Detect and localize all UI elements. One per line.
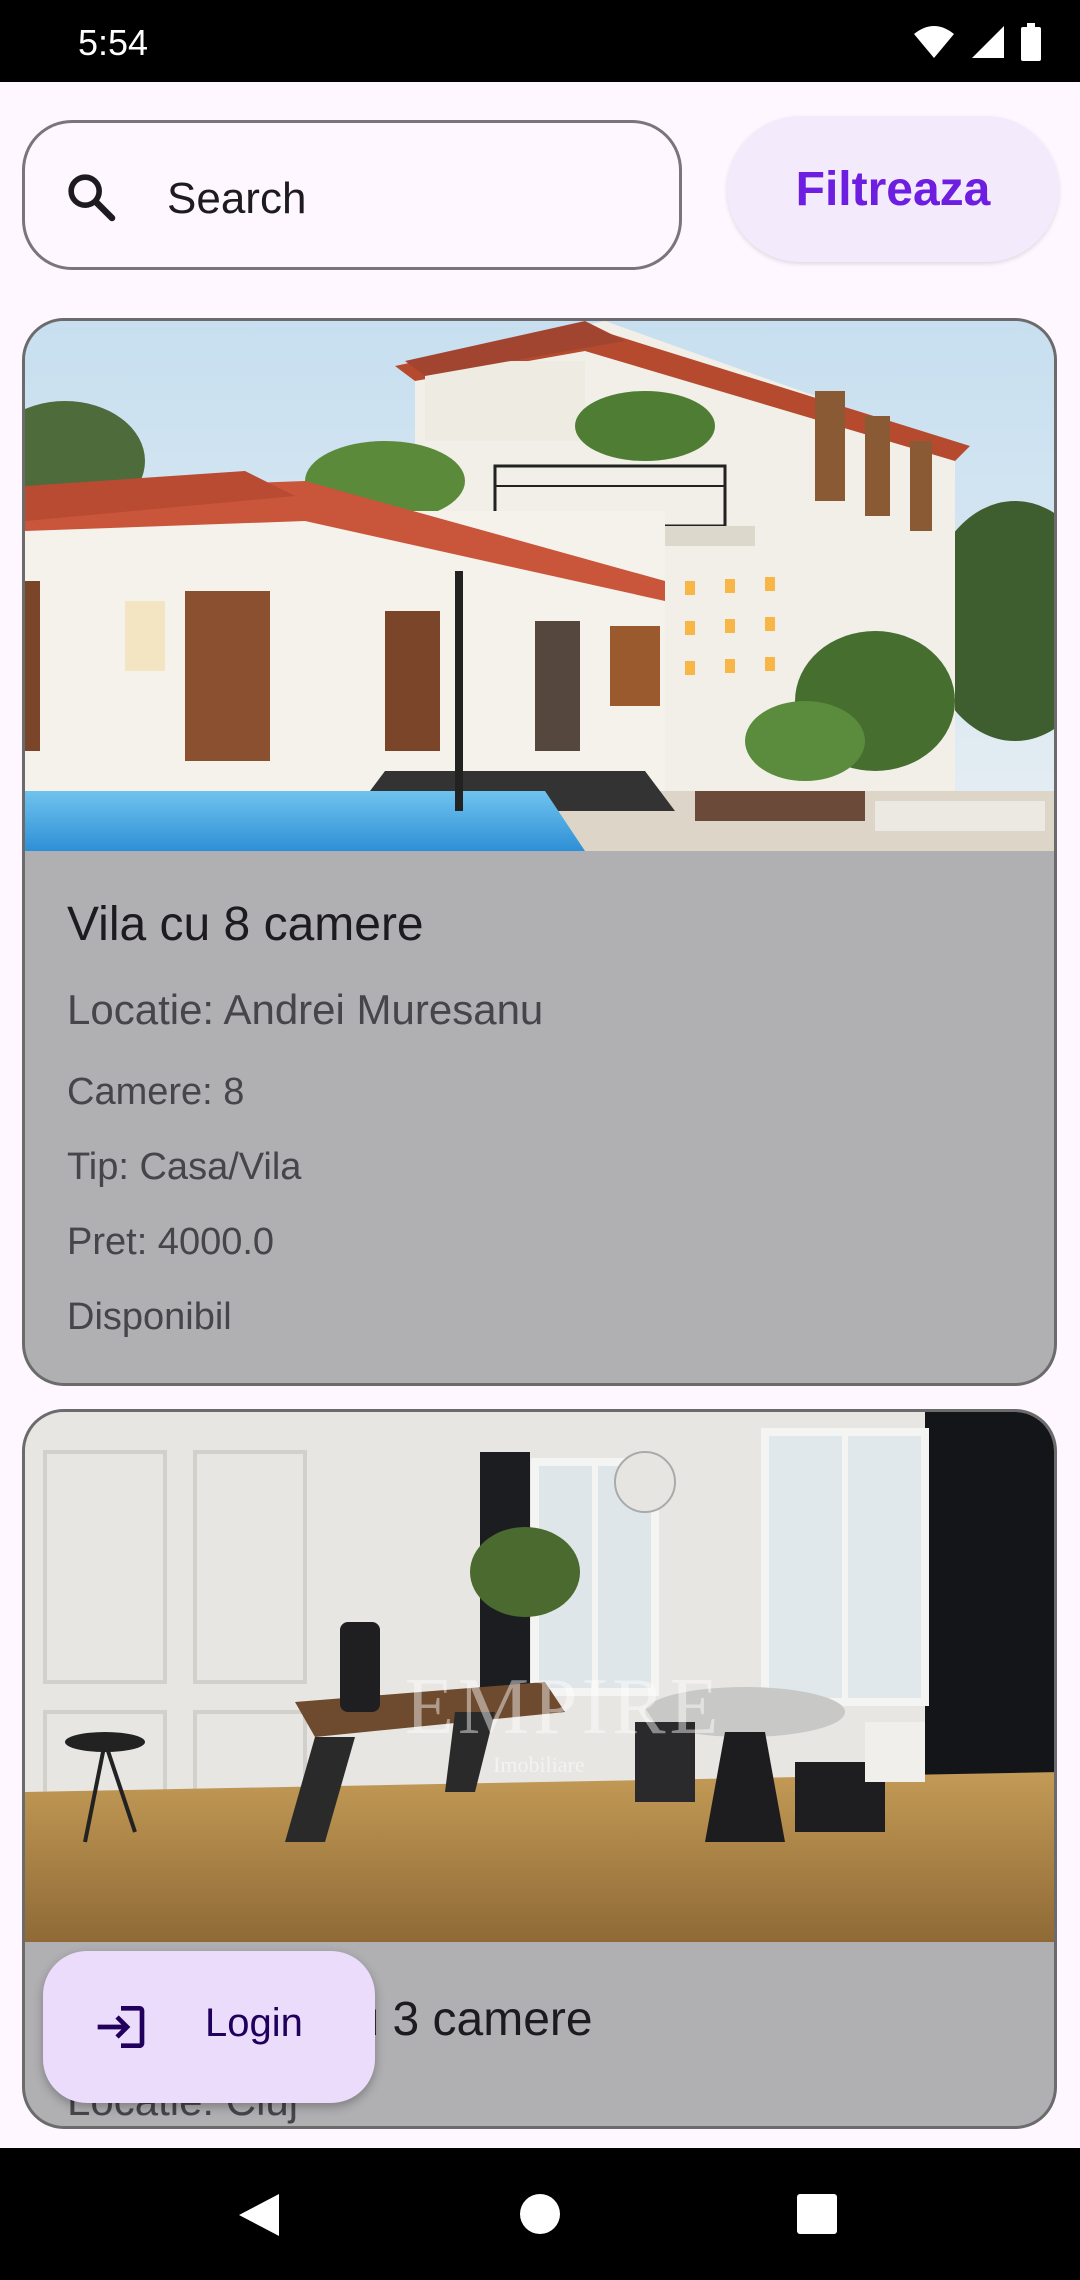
listing-card[interactable]: Vila cu 8 camere Locatie: Andrei Muresan… [22, 318, 1057, 1386]
listing-rooms: Camere: 8 [67, 1071, 245, 1113]
watermark-brand: EMPIRE [405, 1663, 723, 1751]
battery-icon [1021, 23, 1041, 61]
back-icon[interactable] [235, 2190, 283, 2240]
listing-location: Locatie: Andrei Muresanu [67, 986, 544, 1033]
home-icon[interactable] [518, 2192, 562, 2236]
search-input[interactable] [165, 163, 649, 235]
listing-title: Vila cu 8 camere [67, 898, 424, 951]
listing-availability: Disponibil [67, 1296, 232, 1338]
listing-photo [25, 321, 1054, 851]
login-button[interactable]: Login [43, 1951, 375, 2103]
recents-icon[interactable] [797, 2194, 837, 2234]
filter-button[interactable]: Filtreaza [727, 116, 1059, 262]
search-bar[interactable] [22, 120, 682, 270]
wifi-icon [914, 26, 954, 58]
listing-type: Tip: Casa/Vila [67, 1146, 302, 1188]
watermark-sub: Imobiliare [493, 1752, 585, 1777]
status-icons [912, 22, 1042, 62]
signal-icon [972, 26, 1004, 58]
status-time: 5:54 [78, 22, 149, 63]
listing-price: Pret: 4000.0 [67, 1221, 275, 1263]
login-button-label: Login [205, 2001, 303, 2045]
navigation-bar [0, 2148, 1080, 2280]
filter-button-label: Filtreaza [795, 162, 991, 216]
search-icon[interactable] [63, 169, 119, 225]
status-bar: 5:54 [0, 0, 1080, 82]
listing-photo: EMPIRE Imobiliare [25, 1412, 1054, 1942]
login-icon [97, 2006, 145, 2048]
